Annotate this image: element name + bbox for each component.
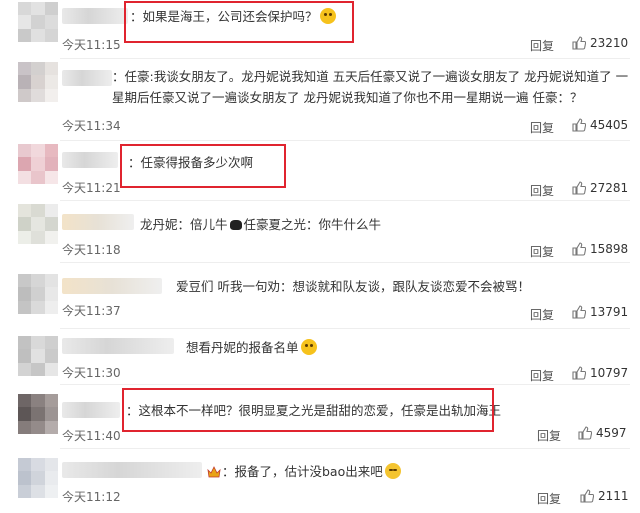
comment-text: 龙丹妮：倍儿牛 任豪夏之光：你牛什么牛: [140, 217, 382, 232]
comment-item: 想看丹妮的报备名单 今天11:30 回复 10797: [0, 328, 640, 384]
comment-time: 今天11:18: [62, 243, 121, 257]
like-count: 2111: [598, 489, 629, 503]
highlight-box: [124, 1, 354, 43]
doge-emoji-icon: [300, 339, 317, 355]
username-blurred[interactable]: [62, 214, 134, 230]
comment-text: ：报备了，估计没bao出来吧: [222, 461, 401, 482]
thumbs-up-icon: [572, 36, 586, 50]
avatar[interactable]: [18, 458, 58, 498]
like-button[interactable]: 2111: [580, 489, 629, 503]
comment-time: 今天11:12: [62, 490, 121, 504]
username-blurred[interactable]: [62, 70, 112, 86]
reply-button[interactable]: 回复: [530, 37, 554, 54]
avatar[interactable]: [18, 394, 58, 434]
comment-item: ：任豪:我谈女朋友了。龙丹妮说我知道 五天后任豪又说了一遍谈女朋友了 龙丹妮说知…: [0, 58, 640, 140]
comment-text: ：任豪:我谈女朋友了。龙丹妮说我知道 五天后任豪又说了一遍谈女朋友了 龙丹妮说知…: [112, 69, 629, 105]
comment-time: 今天11:40: [62, 429, 121, 443]
reply-button[interactable]: 回复: [530, 367, 554, 384]
like-count: 4597: [596, 426, 627, 440]
vip-crown-icon: [207, 463, 221, 478]
thumbs-up-icon: [572, 118, 586, 132]
comment-text: 爱豆们 听我一句劝：想谈就和队友谈，跟队友谈恋爱不会被骂！: [176, 279, 530, 294]
avatar[interactable]: [18, 204, 58, 244]
like-button[interactable]: 10797: [572, 366, 628, 380]
like-button[interactable]: 4597: [578, 426, 627, 440]
thumbs-up-icon: [580, 489, 594, 503]
username-blurred[interactable]: [62, 462, 202, 478]
comment-item: ：任豪得报备多少次啊 今天11:21 回复 27281: [0, 140, 640, 200]
cow-emoji-icon: [229, 220, 242, 230]
like-button[interactable]: 13791: [572, 305, 628, 319]
reply-button[interactable]: 回复: [530, 182, 554, 199]
avatar[interactable]: [18, 144, 58, 184]
thumbs-up-icon: [572, 242, 586, 256]
reply-button[interactable]: 回复: [537, 427, 561, 444]
comment-time: 今天11:34: [62, 119, 121, 133]
thumbs-up-icon: [572, 305, 586, 319]
like-button[interactable]: 27281: [572, 181, 628, 195]
comment-item: 爱豆们 听我一句劝：想谈就和队友谈，跟队友谈恋爱不会被骂！ 今天11:37 回复…: [0, 262, 640, 328]
comment-item: ：报备了，估计没bao出来吧 今天11:12 回复 2111: [0, 448, 640, 513]
comment-text: 想看丹妮的报备名单: [186, 337, 317, 358]
reply-button[interactable]: 回复: [537, 490, 561, 507]
thumbs-up-icon: [578, 426, 592, 440]
highlight-box: [122, 388, 494, 432]
laugh-emoji-icon: [384, 463, 401, 479]
like-count: 15898: [590, 242, 629, 256]
username-blurred[interactable]: [62, 8, 128, 24]
like-button[interactable]: 45405: [572, 118, 628, 132]
highlight-box: [120, 144, 286, 188]
like-count: 27281: [590, 181, 629, 195]
comment-time: 今天11:30: [62, 366, 121, 380]
thumbs-up-icon: [572, 366, 586, 380]
avatar[interactable]: [18, 336, 58, 376]
username-blurred[interactable]: [62, 278, 162, 294]
like-count: 23210: [590, 36, 629, 50]
username-blurred[interactable]: [62, 152, 118, 168]
comment-time: 今天11:37: [62, 304, 121, 318]
comment-time: 今天11:21: [62, 181, 121, 195]
avatar[interactable]: [18, 62, 58, 102]
like-count: 13791: [590, 305, 629, 319]
reply-button[interactable]: 回复: [530, 243, 554, 260]
username-blurred[interactable]: [62, 338, 174, 354]
avatar[interactable]: [18, 274, 58, 314]
like-button[interactable]: 23210: [572, 36, 628, 50]
like-button[interactable]: 15898: [572, 242, 628, 256]
username-blurred[interactable]: [62, 402, 120, 418]
reply-button[interactable]: 回复: [530, 119, 554, 136]
comment-item: ：这根本不一样吧？很明显夏之光是甜甜的恋爱，任豪是出轨加海王 今天11:40 回…: [0, 384, 640, 448]
comment-item: ：如果是海王，公司还会保护吗？ 今天11:15 回复 23210: [0, 0, 640, 60]
avatar[interactable]: [18, 2, 58, 42]
like-count: 10797: [590, 366, 629, 380]
reply-button[interactable]: 回复: [530, 306, 554, 323]
comment-item: 龙丹妮：倍儿牛 任豪夏之光：你牛什么牛 今天11:18 回复 15898: [0, 200, 640, 262]
like-count: 45405: [590, 118, 629, 132]
comment-time: 今天11:15: [62, 38, 121, 52]
thumbs-up-icon: [572, 181, 586, 195]
